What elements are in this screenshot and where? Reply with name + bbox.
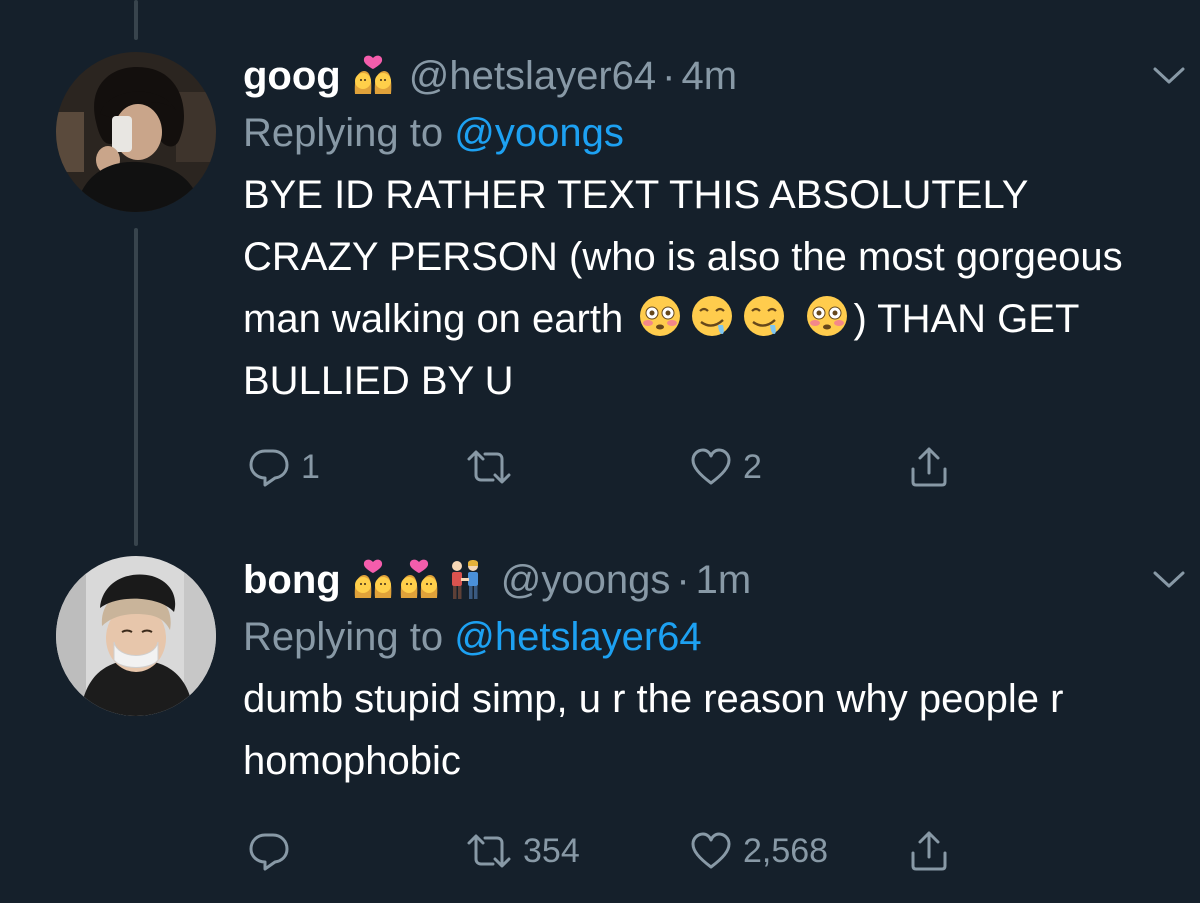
retweet-count: 354 xyxy=(523,831,580,870)
avatar-photo-person-drinking xyxy=(56,52,216,212)
replying-to-label: Replying to xyxy=(243,615,444,659)
retweet-button[interactable]: 354 xyxy=(465,826,580,876)
like-count: 2,568 xyxy=(743,831,829,870)
share-button[interactable] xyxy=(907,826,951,876)
like-icon xyxy=(691,832,731,869)
tweet-actions: 1 2 xyxy=(243,442,963,492)
chevron-down-icon[interactable] xyxy=(1151,60,1187,90)
like-icon xyxy=(691,448,731,485)
retweet-icon xyxy=(467,450,511,484)
replying-to-line: Replying to @hetslayer64 xyxy=(243,608,1143,666)
flushed-face-emoji xyxy=(638,294,682,338)
reply-button[interactable]: 1 xyxy=(247,442,320,492)
share-icon xyxy=(911,831,947,871)
share-icon xyxy=(911,447,947,487)
tweet-header: bong @yoongs · 1m xyxy=(243,552,1143,608)
retweet-icon xyxy=(467,834,511,868)
handle[interactable]: @yoongs xyxy=(501,558,671,603)
reply-icon xyxy=(249,449,289,487)
name-emojis xyxy=(351,54,395,98)
share-button[interactable] xyxy=(907,442,951,492)
timestamp[interactable]: 4m xyxy=(681,54,737,99)
flushed-face-emoji xyxy=(805,294,849,338)
man-and-woman-holding-hands-emoji xyxy=(443,558,487,602)
couple-with-heart-woman-woman-emoji xyxy=(397,558,441,602)
avatar-photo-person-with-mask xyxy=(56,556,216,716)
name-emojis xyxy=(351,558,487,602)
replying-to-label: Replying to xyxy=(243,111,444,155)
drooling-face-emoji xyxy=(690,294,734,338)
tweet-text: BYE ID RATHER TEXT THIS ABSOLUTELY CRAZY… xyxy=(243,164,1133,412)
reply-count: 1 xyxy=(301,447,320,486)
retweet-button[interactable] xyxy=(465,442,523,492)
display-name[interactable]: bong xyxy=(243,558,341,603)
tweet-header: goog @hetslayer64 · 4m xyxy=(243,48,1143,104)
replying-to-mention[interactable]: @hetslayer64 xyxy=(454,615,701,659)
avatar[interactable] xyxy=(56,556,216,716)
like-button[interactable]: 2 xyxy=(689,442,762,492)
reply-icon xyxy=(249,833,289,871)
tweet[interactable]: goog @hetslayer64 · 4m Replying to @yoon… xyxy=(243,48,1185,487)
display-name[interactable]: goog xyxy=(243,54,341,99)
separator-dot: · xyxy=(676,557,690,602)
like-count: 2 xyxy=(743,447,762,486)
replying-to-line: Replying to @yoongs xyxy=(243,104,1143,162)
chevron-down-icon[interactable] xyxy=(1151,564,1187,594)
couple-with-heart-woman-woman-emoji xyxy=(351,54,395,98)
tweet-text: dumb stupid simp, u r the reason why peo… xyxy=(243,677,1064,783)
like-button[interactable]: 2,568 xyxy=(689,826,828,876)
reply-button[interactable] xyxy=(247,826,301,876)
separator-dot: · xyxy=(662,53,676,98)
timestamp[interactable]: 1m xyxy=(696,558,752,603)
thread-connector xyxy=(134,228,138,546)
couple-with-heart-woman-woman-emoji xyxy=(351,558,395,602)
drooling-face-emoji xyxy=(742,294,786,338)
tweet[interactable]: bong @yoongs · 1m Replying to @hetslayer… xyxy=(243,552,1185,871)
handle[interactable]: @hetslayer64 xyxy=(409,54,656,99)
replying-to-mention[interactable]: @yoongs xyxy=(454,111,624,155)
tweet-actions: 354 2,568 xyxy=(243,826,963,876)
thread-connector-top xyxy=(134,0,138,40)
avatar[interactable] xyxy=(56,52,216,212)
